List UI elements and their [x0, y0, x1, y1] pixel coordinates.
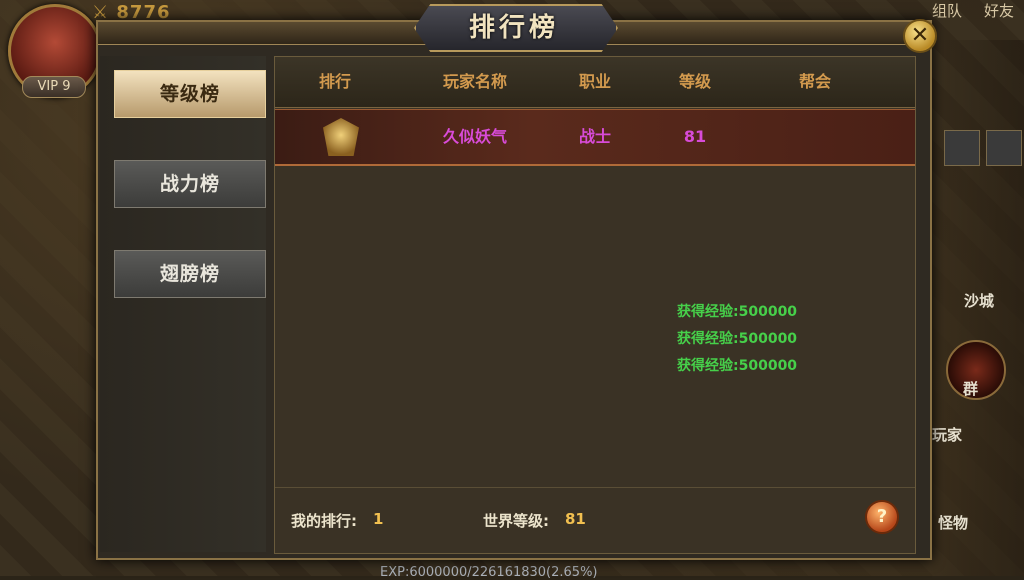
player-class: 战士 [578, 127, 611, 146]
player-name: 久似妖气 [442, 127, 507, 146]
reward-item: 获得经验:500000 [677, 358, 798, 374]
table-header: 排行 玩家名称 职业 等级 帮会 [275, 57, 915, 108]
gold-crest-icon [323, 118, 359, 156]
world-level-label: 世界等级: [483, 512, 549, 530]
world-level-value: 81 [565, 510, 586, 528]
my-rank-label: 我的排行: [291, 512, 357, 530]
reward-item: 获得经验:500000 [677, 331, 798, 347]
ranking-sidebar: 等级榜 战力榜 翅膀榜 [100, 56, 266, 552]
panel-title: 排行榜 [468, 13, 559, 43]
tab-wings-ranking[interactable]: 翅膀榜 [114, 250, 266, 298]
group-label: 群 [962, 380, 978, 398]
tab-level-ranking[interactable]: 等级榜 [114, 70, 266, 118]
reward-list: 获得经验:500000 获得经验:500000 获得经验:500000 [677, 299, 797, 380]
my-rank-value: 1 [373, 510, 384, 528]
help-icon[interactable]: ? [865, 500, 899, 534]
reward-item: 获得经验:500000 [677, 304, 798, 320]
header-guild: 帮会 [798, 72, 831, 91]
exp-bar-text: EXP:6000000/226161830(2.65%) [380, 565, 598, 580]
team-button[interactable]: 组队 [932, 0, 962, 21]
ranking-footer: 我的排行: 1 世界等级: 81 ? [275, 487, 915, 554]
ranking-panel: 排行榜 ✕ 等级榜 战力榜 翅膀榜 排行 玩家名称 职业 等级 帮会 久似妖气 … [96, 4, 937, 560]
vip-badge: VIP 9 [22, 76, 86, 98]
header-rank: 排行 [318, 72, 351, 91]
header-player-name: 玩家名称 [442, 72, 507, 91]
settings-icon[interactable] [944, 130, 980, 166]
ranking-content: 排行 玩家名称 职业 等级 帮会 久似妖气 战士 81 获得经验:500000 … [274, 56, 916, 554]
top-right-menu: 组队 好友 [932, 0, 1014, 21]
castle-label: 沙城 [963, 292, 994, 310]
header-class: 职业 [578, 72, 611, 91]
close-icon[interactable]: ✕ [903, 19, 937, 53]
mail-icon[interactable] [986, 130, 1022, 166]
tab-power-ranking[interactable]: 战力榜 [114, 160, 266, 208]
friends-button[interactable]: 好友 [984, 0, 1014, 21]
header-level: 等级 [678, 72, 711, 91]
table-row[interactable]: 久似妖气 战士 81 [275, 109, 915, 166]
players-label[interactable]: 玩家 [932, 424, 962, 445]
player-level: 81 [683, 127, 707, 146]
monsters-label[interactable]: 怪物 [938, 512, 968, 533]
